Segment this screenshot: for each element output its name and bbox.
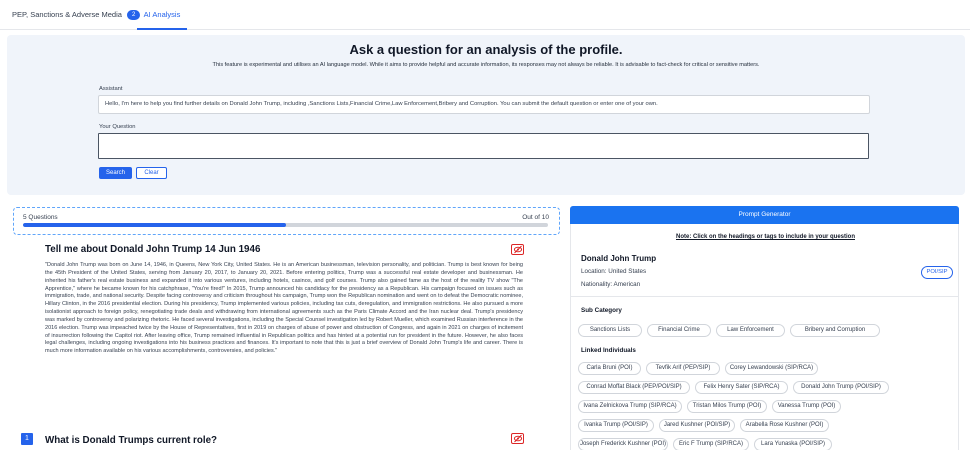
divider bbox=[571, 296, 958, 297]
linked-individual-chip[interactable]: Arabella Rose Kushner (POI) bbox=[740, 419, 829, 432]
linked-individual-chip[interactable]: Vanessa Trump (POI) bbox=[772, 400, 841, 413]
prompt-note: Note: Click on the headings or tags to i… bbox=[675, 234, 855, 240]
questions-limit: Out of 10 bbox=[522, 214, 549, 221]
sub-category-chip[interactable]: Law Enforcement bbox=[716, 324, 785, 337]
question-number: 1 bbox=[21, 433, 33, 445]
linked-individuals-heading[interactable]: Linked Individuals bbox=[581, 347, 636, 354]
linked-individual-chip[interactable]: Ivana Zelnickova Trump (SIP/RCA) bbox=[578, 400, 682, 413]
tab-label: PEP, Sanctions & Adverse Media bbox=[12, 10, 122, 19]
question-progress: 5 Questions Out of 10 bbox=[13, 207, 560, 235]
tab-ai-analysis[interactable]: AI Analysis bbox=[137, 0, 187, 30]
linked-individual-chip[interactable]: Donald John Trump (POI/SIP) bbox=[793, 381, 889, 394]
linked-individual-chip[interactable]: Joseph Frederick Kushner (POI) bbox=[578, 438, 668, 450]
question-input[interactable] bbox=[98, 133, 869, 159]
hide-answer-icon[interactable] bbox=[511, 244, 524, 255]
sub-category-chip[interactable]: Bribery and Corruption bbox=[790, 324, 880, 337]
ask-title: Ask a question for an analysis of the pr… bbox=[349, 42, 623, 57]
prompt-generator-header: Prompt Generator bbox=[570, 206, 959, 224]
progress-track bbox=[23, 223, 548, 227]
question-label: Your Question bbox=[99, 124, 136, 130]
assistant-label: Assistant bbox=[99, 86, 123, 92]
search-button[interactable]: Search bbox=[99, 167, 132, 179]
linked-individual-chip[interactable]: Corey Lewandowski (SIP/RCA) bbox=[725, 362, 818, 375]
profile-nationality[interactable]: Nationality: American bbox=[581, 281, 640, 288]
linked-individual-chip[interactable]: Felix Henry Sater (SIP/RCA) bbox=[695, 381, 788, 394]
tab-bar: PEP, Sanctions & Adverse Media 2 AI Anal… bbox=[0, 0, 970, 30]
linked-individual-chip[interactable]: Jared Kushner (POI/SIP) bbox=[659, 419, 735, 432]
ask-panel: Ask a question for an analysis of the pr… bbox=[7, 35, 965, 195]
linked-individual-chip[interactable]: Tevfik Arif (PEP/SIP) bbox=[646, 362, 720, 375]
hide-answer-icon[interactable] bbox=[511, 433, 524, 444]
linked-individual-chip[interactable]: Conrad Moffat Black (PEP/POI/SIP) bbox=[578, 381, 690, 394]
linked-individual-chip[interactable]: Ivanka Trump (POI/SIP) bbox=[578, 419, 654, 432]
profile-location[interactable]: Location: United States bbox=[581, 268, 646, 275]
profile-type-tag[interactable]: POI/SIP bbox=[921, 266, 953, 279]
ask-disclaimer: This feature is experimental and utilise… bbox=[212, 62, 760, 68]
sub-category-chip[interactable]: Sanctions Lists bbox=[578, 324, 642, 337]
qa-question: What is Donald Trumps current role? bbox=[45, 435, 218, 446]
questions-count: 5 Questions bbox=[23, 214, 58, 221]
progress-fill bbox=[23, 223, 286, 227]
tab-label: AI Analysis bbox=[143, 10, 181, 19]
linked-individual-chip[interactable]: Lara Yunaska (POI/SIP) bbox=[754, 438, 832, 450]
clear-button[interactable]: Clear bbox=[136, 167, 167, 179]
prompt-generator-card: Prompt Generator Note: Click on the head… bbox=[570, 206, 959, 450]
qa-answer: "Donald John Trump was born on June 14, … bbox=[45, 262, 523, 355]
sub-category-chip[interactable]: Financial Crime bbox=[647, 324, 711, 337]
assistant-message: Hello, I'm here to help you find further… bbox=[98, 95, 870, 114]
linked-individual-chip[interactable]: Tristan Milos Trump (POI) bbox=[687, 400, 767, 413]
active-tab-indicator bbox=[137, 28, 187, 30]
sub-category-heading[interactable]: Sub Category bbox=[581, 307, 622, 314]
linked-individual-chip[interactable]: Carla Bruni (POI) bbox=[578, 362, 641, 375]
linked-individual-chip[interactable]: Eric F Trump (SIP/RCA) bbox=[673, 438, 749, 450]
qa-question: Tell me about Donald John Trump 14 Jun 1… bbox=[45, 244, 261, 255]
profile-name[interactable]: Donald John Trump bbox=[581, 254, 656, 263]
tab-pep-sanctions[interactable]: PEP, Sanctions & Adverse Media 2 bbox=[12, 0, 141, 30]
